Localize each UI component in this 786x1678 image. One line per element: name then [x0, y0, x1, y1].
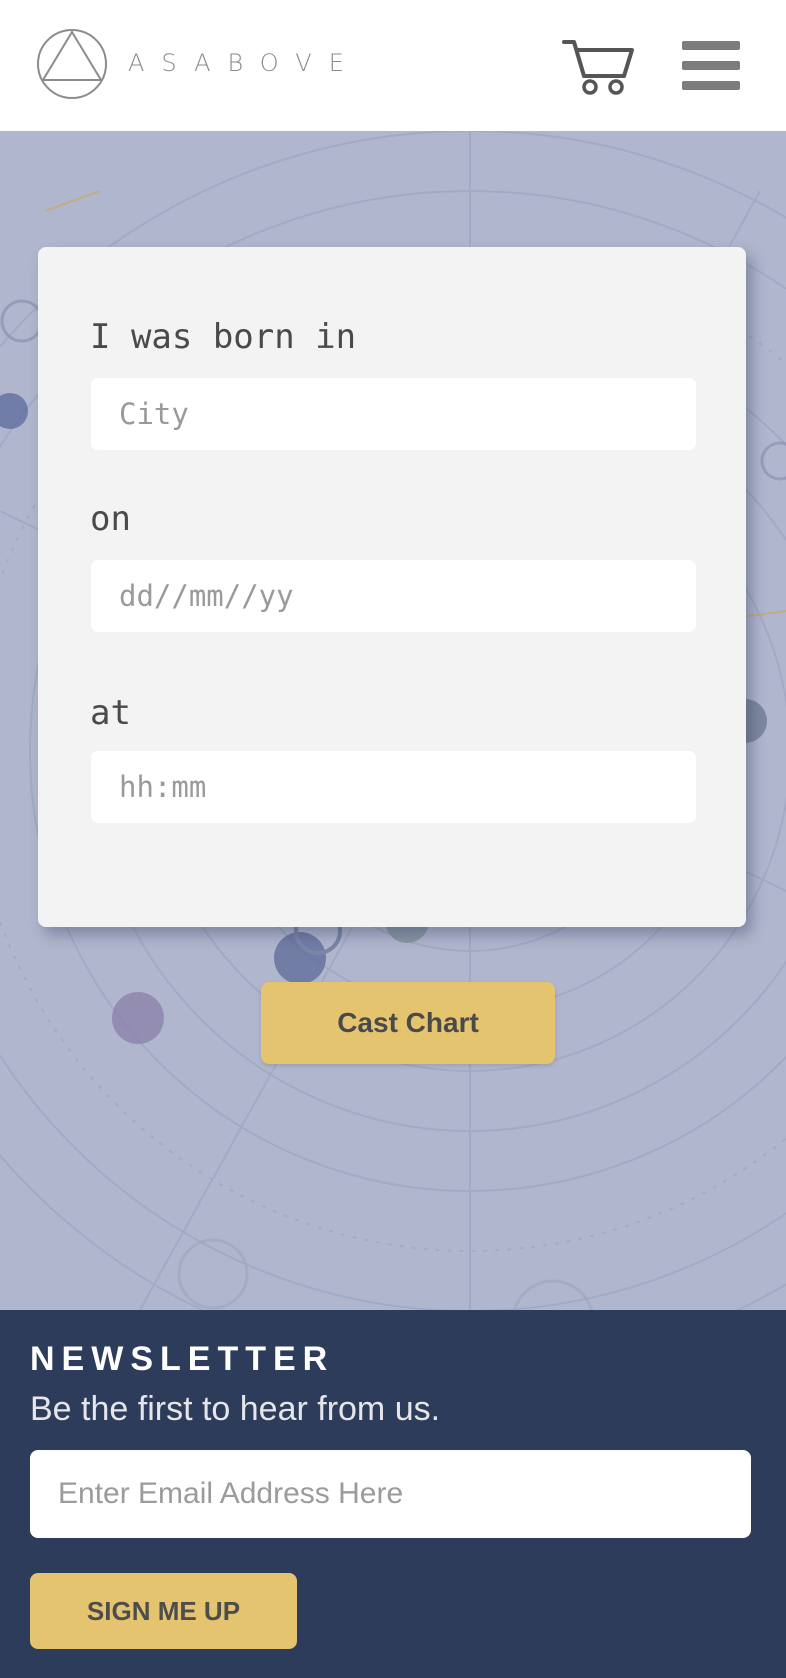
email-input[interactable] [30, 1450, 751, 1538]
newsletter-subtitle: Be the first to hear from us. [30, 1390, 441, 1428]
triangle-in-circle-logo-icon[interactable] [36, 28, 108, 100]
birth-details-card: I was born in on at [38, 247, 746, 927]
menu-bar [682, 81, 740, 90]
birth-time-input[interactable] [91, 751, 696, 823]
date-label: on [90, 499, 131, 539]
hamburger-menu-icon[interactable] [682, 41, 740, 91]
sign-up-button[interactable]: SIGN ME UP [30, 1573, 297, 1649]
city-input[interactable] [91, 378, 696, 450]
cast-chart-button[interactable]: Cast Chart [261, 982, 555, 1064]
shopping-cart-icon[interactable] [562, 38, 634, 96]
newsletter-title: NEWSLETTER [30, 1340, 335, 1378]
time-label: at [90, 693, 131, 733]
menu-bar [682, 41, 740, 50]
birth-date-input[interactable] [91, 560, 696, 632]
hero-section: I was born in on at Cast Chart [0, 131, 786, 1310]
brand-name[interactable]: ASABOVE [128, 49, 361, 77]
newsletter-section: NEWSLETTER Be the first to hear from us.… [0, 1310, 786, 1678]
menu-bar [682, 61, 740, 70]
site-header: ASABOVE [0, 0, 786, 131]
birthplace-label: I was born in [90, 317, 357, 357]
